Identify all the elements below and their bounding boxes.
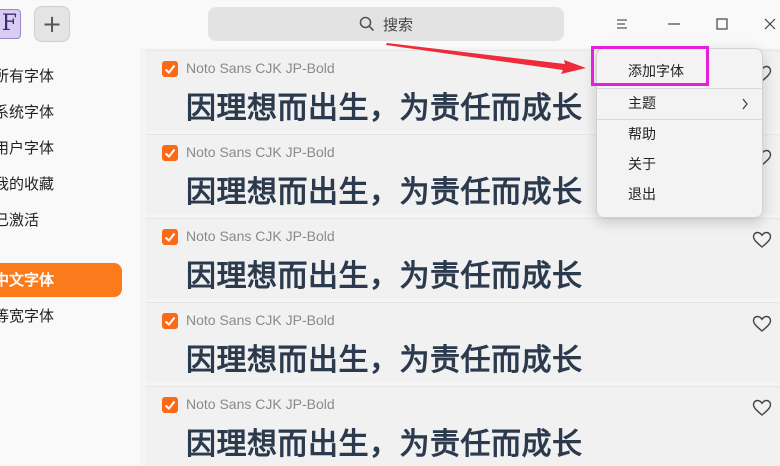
checkbox-checked-icon[interactable] [162,313,178,329]
app-logo: F [0,9,21,39]
add-font-button[interactable]: + [34,6,70,42]
font-name: Noto Sans CJK JP-Bold [186,60,335,76]
sidebar-item-chinese-fonts[interactable]: 中文字体 [0,263,122,297]
title-bar: F + 搜索 [0,0,780,48]
font-name: Noto Sans CJK JP-Bold [186,144,335,160]
font-preview-text: 因理想而出生，为责任而成长 [186,343,583,378]
checkbox-checked-icon[interactable] [162,145,178,161]
favorite-heart-icon[interactable] [752,231,772,249]
sidebar-item-favorites[interactable]: 我的收藏 [0,167,122,201]
sidebar-item-activated[interactable]: 已激活 [0,203,122,237]
search-placeholder: 搜索 [382,15,413,34]
font-preview-text: 因理想而出生，为责任而成长 [186,427,583,462]
font-name: Noto Sans CJK JP-Bold [186,228,335,244]
sidebar: 所有字体 系统字体 用户字体 我的收藏 已激活 中文字体 等宽字体 [0,48,140,465]
sidebar-item-monospace-fonts[interactable]: 等宽字体 [0,299,122,333]
font-name: Noto Sans CJK JP-Bold [186,312,335,328]
font-preview-text: 因理想而出生，为责任而成长 [186,175,583,210]
close-icon[interactable] [758,12,780,36]
highlight-box-annotation [591,46,709,86]
font-card[interactable]: Noto Sans CJK JP-Bold 因理想而出生，为责任而成长 [146,386,780,466]
font-card[interactable]: Noto Sans CJK JP-Bold 因理想而出生，为责任而成长 [146,302,780,382]
search-icon [359,16,375,32]
favorite-heart-icon[interactable] [752,399,772,417]
font-card[interactable]: Noto Sans CJK JP-Bold 因理想而出生，为责任而成长 [146,218,780,298]
menu-item-theme[interactable]: 主题 [597,89,762,119]
favorite-heart-icon[interactable] [752,315,772,333]
font-preview-text: 因理想而出生，为责任而成长 [186,259,583,294]
menu-item-help[interactable]: 帮助 [597,120,762,150]
font-preview-text: 因理想而出生，为责任而成长 [186,91,583,126]
checkbox-checked-icon[interactable] [162,61,178,77]
minimize-icon[interactable] [662,12,686,36]
sidebar-item-all-fonts[interactable]: 所有字体 [0,59,122,93]
menu-item-theme-label: 主题 [628,96,656,112]
maximize-icon[interactable] [710,12,734,36]
sidebar-item-user-fonts[interactable]: 用户字体 [0,131,122,165]
search-input[interactable]: 搜索 [208,7,564,41]
checkbox-checked-icon[interactable] [162,397,178,413]
menu-icon[interactable] [610,12,634,36]
chevron-right-icon [742,98,748,110]
menu-item-about[interactable]: 关于 [597,150,762,180]
menu-item-exit[interactable]: 退出 [597,180,762,210]
checkbox-checked-icon[interactable] [162,229,178,245]
sidebar-item-system-fonts[interactable]: 系统字体 [0,95,122,129]
font-name: Noto Sans CJK JP-Bold [186,396,335,412]
